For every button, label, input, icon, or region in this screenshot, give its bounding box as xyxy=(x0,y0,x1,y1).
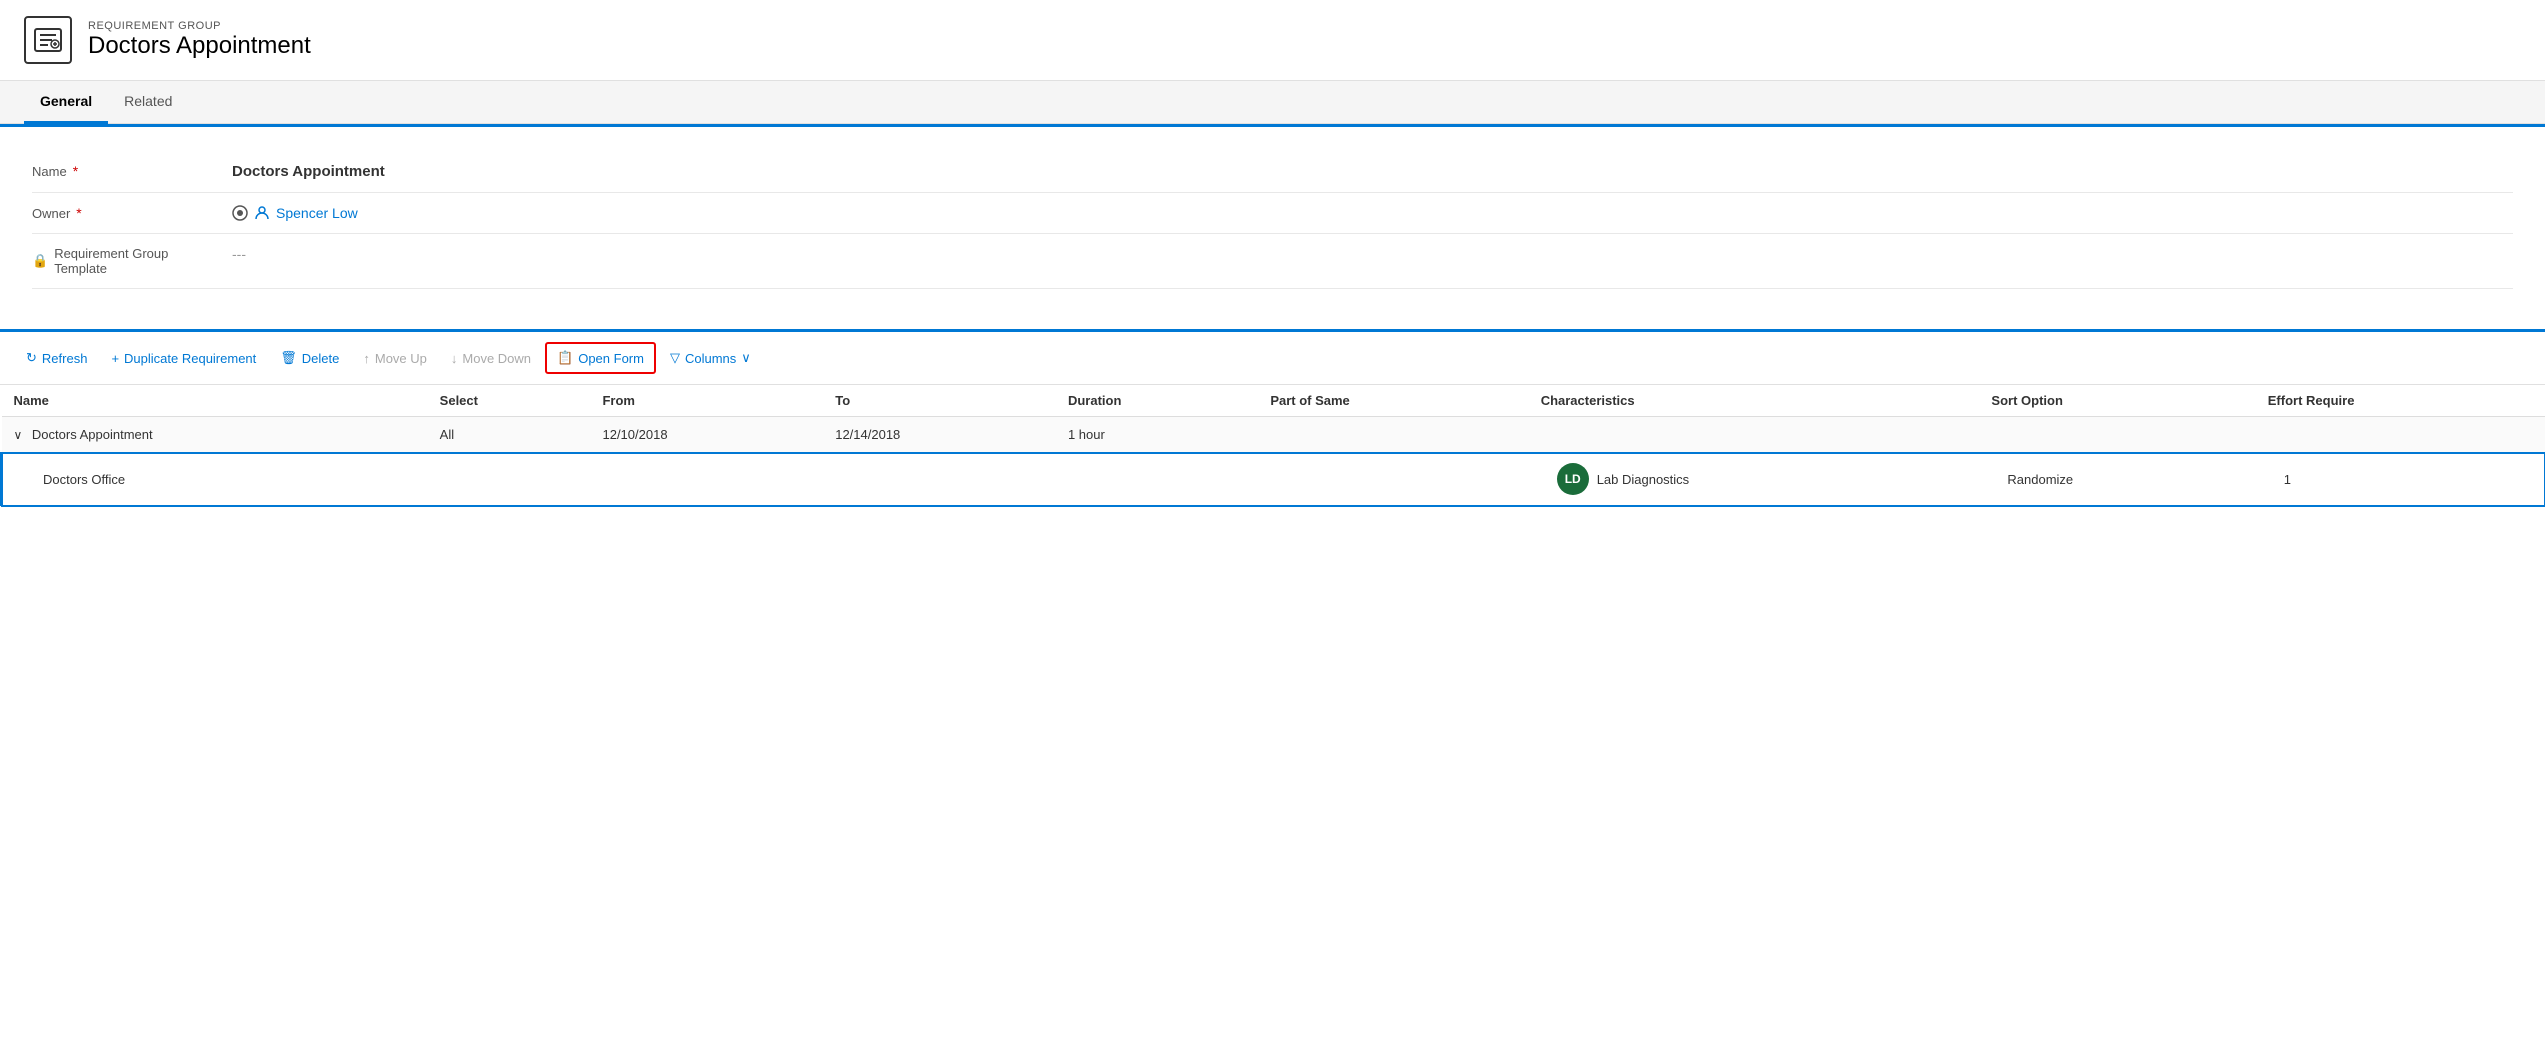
columns-button[interactable]: ▽ Columns ∨ xyxy=(660,344,761,372)
row-sort-option xyxy=(1979,417,2255,453)
page-header: REQUIREMENT GROUP Doctors Appointment xyxy=(0,0,2545,81)
row-name: Doctors Office xyxy=(2,453,428,506)
person-icon xyxy=(254,205,270,221)
header-text-group: REQUIREMENT GROUP Doctors Appointment xyxy=(88,20,311,60)
refresh-button[interactable]: ↻ Refresh xyxy=(16,344,97,372)
col-from: From xyxy=(590,385,823,417)
move-down-button[interactable]: ↓ Move Down xyxy=(441,345,541,372)
tab-general[interactable]: General xyxy=(24,81,108,124)
row-effort-require: 1 xyxy=(2256,453,2545,506)
characteristics-label: Lab Diagnostics xyxy=(1597,472,1690,487)
page-title: Doctors Appointment xyxy=(88,32,311,60)
refresh-icon: ↻ xyxy=(26,350,37,366)
row-from xyxy=(590,453,823,506)
row-characteristics xyxy=(1529,417,1980,453)
delete-button[interactable]: 🗑 Delete xyxy=(270,344,349,372)
tabs-bar: General Related xyxy=(0,81,2545,124)
col-to: To xyxy=(823,385,1056,417)
grid-header-row: Name Select From To Duration Part of Sam… xyxy=(2,385,2545,417)
move-up-button[interactable]: ↑ Move Up xyxy=(353,345,437,372)
table-row[interactable]: ∨ Doctors Appointment All 12/10/2018 12/… xyxy=(2,417,2545,453)
field-value-owner[interactable]: Spencer Low xyxy=(232,205,2513,221)
header-icon xyxy=(24,16,72,64)
row-effort-require xyxy=(2256,417,2545,453)
field-label-name: Name * xyxy=(32,163,232,179)
radio-icon xyxy=(232,205,248,221)
move-down-icon: ↓ xyxy=(451,351,458,366)
chevron-down-icon: ∨ xyxy=(741,350,751,366)
row-from: 12/10/2018 xyxy=(590,417,823,453)
characteristics-cell: LD Lab Diagnostics xyxy=(1557,463,1968,495)
grid-toolbar: ↻ Refresh + Duplicate Requirement 🗑 Dele… xyxy=(0,332,2545,385)
header-subtitle: REQUIREMENT GROUP xyxy=(88,20,311,32)
row-name: ∨ Doctors Appointment xyxy=(2,417,428,453)
characteristics-badge: LD xyxy=(1557,463,1589,495)
row-duration: 1 hour xyxy=(1056,417,1258,453)
row-sort-option: Randomize xyxy=(1979,453,2255,506)
row-duration xyxy=(1056,453,1258,506)
row-to: 12/14/2018 xyxy=(823,417,1056,453)
duplicate-icon: + xyxy=(111,351,119,366)
lock-icon: 🔒 xyxy=(32,253,48,269)
field-value-template: --- xyxy=(232,246,2513,262)
open-form-icon: 📋 xyxy=(557,350,573,366)
grid-section: ↻ Refresh + Duplicate Requirement 🗑 Dele… xyxy=(0,329,2545,506)
col-sort-option: Sort Option xyxy=(1979,385,2255,417)
field-value-name[interactable]: Doctors Appointment xyxy=(232,163,2513,180)
move-up-icon: ↑ xyxy=(363,351,370,366)
tab-related[interactable]: Related xyxy=(108,81,188,124)
grid-table: Name Select From To Duration Part of Sam… xyxy=(0,385,2545,506)
row-to xyxy=(823,453,1056,506)
col-characteristics: Characteristics xyxy=(1529,385,1980,417)
row-select: All xyxy=(428,417,591,453)
form-section: Name * Doctors Appointment Owner * Spenc… xyxy=(0,124,2545,313)
expand-icon: ∨ xyxy=(14,428,23,442)
form-row-template: 🔒 Requirement GroupTemplate --- xyxy=(32,234,2513,289)
field-label-owner: Owner * xyxy=(32,205,232,221)
col-effort-require: Effort Require xyxy=(2256,385,2545,417)
row-select xyxy=(428,453,591,506)
col-part-of-same: Part of Same xyxy=(1258,385,1528,417)
form-row-owner: Owner * Spencer Low xyxy=(32,193,2513,234)
col-duration: Duration xyxy=(1056,385,1258,417)
row-characteristics: LD Lab Diagnostics xyxy=(1529,453,1980,506)
row-part-of-same xyxy=(1258,453,1528,506)
field-label-template: 🔒 Requirement GroupTemplate xyxy=(32,246,232,276)
duplicate-button[interactable]: + Duplicate Requirement xyxy=(101,345,266,372)
row-part-of-same xyxy=(1258,417,1528,453)
col-select: Select xyxy=(428,385,591,417)
open-form-button[interactable]: 📋 Open Form xyxy=(545,342,656,374)
filter-icon: ▽ xyxy=(670,350,680,366)
delete-icon: 🗑 xyxy=(280,350,297,366)
col-name: Name xyxy=(2,385,428,417)
form-row-name: Name * Doctors Appointment xyxy=(32,151,2513,193)
table-row[interactable]: Doctors Office LD Lab Diagnostics Random… xyxy=(2,453,2545,506)
